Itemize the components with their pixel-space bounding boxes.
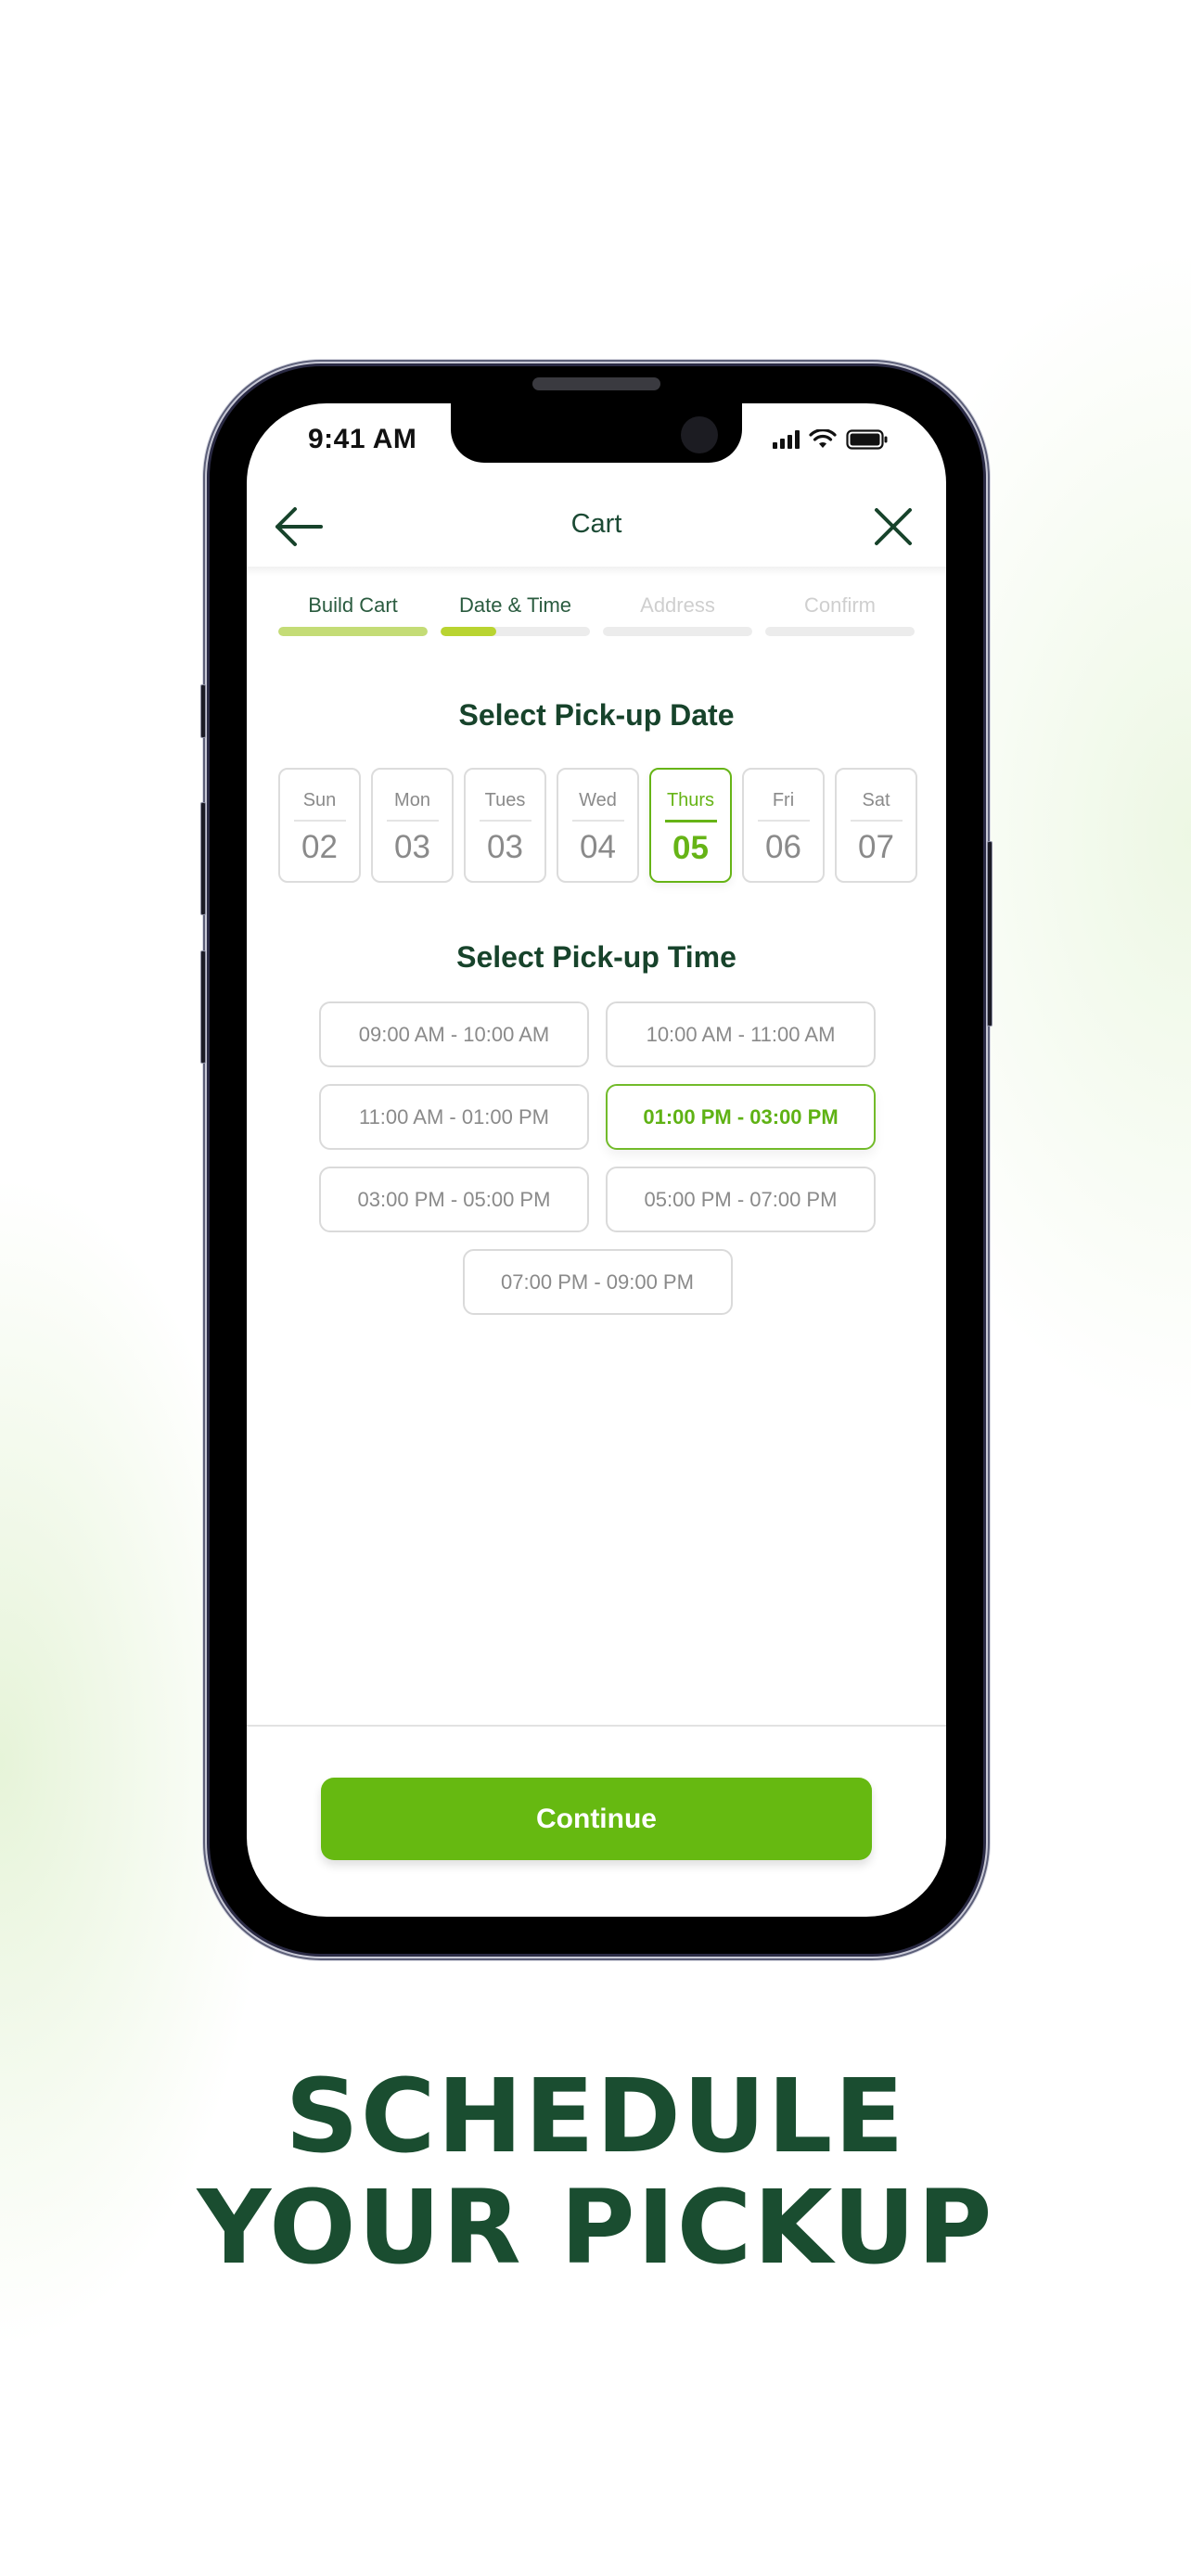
step-progress-bar (603, 627, 752, 636)
headline-line-2: YOUR PICKUP (197, 2168, 994, 2287)
step-label: Build Cart (308, 593, 398, 617)
power-button (987, 841, 992, 1027)
date-divider (386, 820, 439, 822)
front-camera (681, 416, 718, 453)
time-slot-row: 07:00 PM - 09:00 PM (319, 1249, 876, 1315)
promo-headline: SCHEDULE YOUR PICKUP (0, 2060, 1191, 2283)
date-option[interactable]: Wed 04 (557, 768, 639, 883)
date-option[interactable]: Mon 03 (371, 768, 454, 883)
wifi-icon (809, 429, 837, 448)
close-x-icon (875, 508, 912, 545)
date-option[interactable]: Sat 07 (835, 768, 917, 883)
date-divider (757, 820, 810, 822)
continue-button[interactable]: Continue (321, 1778, 872, 1860)
time-slot[interactable]: 09:00 AM - 10:00 AM (319, 1001, 589, 1067)
step-build-cart[interactable]: Build Cart (278, 593, 428, 636)
header-title: Cart (570, 509, 622, 539)
step-progress-fill (441, 627, 496, 636)
date-day-label: Sat (862, 790, 890, 810)
date-option[interactable]: Sun 02 (278, 768, 361, 883)
date-day-label: Wed (579, 790, 617, 810)
time-slot[interactable]: 11:00 AM - 01:00 PM (319, 1084, 589, 1150)
phone-mockup: 9:41 AM Cart Build Cart Date & Time Addr… (200, 366, 992, 1954)
step-confirm[interactable]: Confirm (765, 593, 915, 636)
step-progress-bar (441, 627, 590, 636)
step-progress-fill (278, 627, 428, 636)
step-address[interactable]: Address (603, 593, 752, 636)
date-day-label: Tues (484, 790, 526, 810)
volume-down-button (200, 950, 206, 1064)
volume-up-button (200, 802, 206, 915)
cellular-signal-icon (773, 430, 800, 449)
notch (451, 403, 742, 463)
date-number: 03 (487, 829, 523, 865)
close-button[interactable] (872, 505, 915, 548)
date-picker: Sun 02 Mon 03 Tues 03 Wed 04 Thurs 05 Fr… (278, 768, 917, 883)
date-day-label: Sun (302, 790, 337, 810)
time-slot-row: 03:00 PM - 05:00 PM 05:00 PM - 07:00 PM (319, 1167, 876, 1232)
time-slot-row: 09:00 AM - 10:00 AM 10:00 AM - 11:00 AM (319, 1001, 876, 1067)
silent-switch (200, 684, 206, 738)
battery-icon (846, 429, 888, 450)
date-divider (479, 820, 531, 822)
date-divider (664, 820, 717, 823)
time-slot-grid: 09:00 AM - 10:00 AM 10:00 AM - 11:00 AM … (319, 1001, 876, 1332)
date-number: 07 (858, 829, 894, 865)
step-date-time[interactable]: Date & Time (441, 593, 590, 636)
time-slot[interactable]: 05:00 PM - 07:00 PM (606, 1167, 876, 1232)
step-progress-bar (765, 627, 915, 636)
date-option[interactable]: Fri 06 (742, 768, 825, 883)
date-number: 02 (301, 829, 338, 865)
time-slot[interactable]: 03:00 PM - 05:00 PM (319, 1167, 589, 1232)
step-label: Address (640, 593, 715, 617)
checkout-stepper: Build Cart Date & Time Address Confirm (278, 593, 915, 636)
date-number: 03 (394, 829, 430, 865)
date-day-label: Mon (394, 790, 430, 810)
step-label: Confirm (803, 593, 876, 617)
time-slot[interactable]: 01:00 PM - 03:00 PM (606, 1084, 876, 1150)
phone-screen: 9:41 AM Cart Build Cart Date & Time Addr… (247, 403, 946, 1917)
headline-line-1: SCHEDULE (285, 2057, 906, 2175)
date-number: 04 (580, 829, 616, 865)
date-day-label: Fri (772, 790, 795, 810)
time-slot-row: 11:00 AM - 01:00 PM 01:00 PM - 03:00 PM (319, 1084, 876, 1150)
date-number: 06 (765, 829, 801, 865)
time-slot[interactable]: 10:00 AM - 11:00 AM (606, 1001, 876, 1067)
date-divider (571, 820, 624, 822)
date-section-title: Select Pick-up Date (458, 698, 735, 732)
footer-divider (247, 1725, 946, 1727)
earpiece-speaker (532, 377, 660, 390)
status-icons (773, 429, 889, 450)
date-day-label: Thurs (666, 790, 715, 810)
time-slot[interactable]: 07:00 PM - 09:00 PM (462, 1249, 733, 1315)
step-progress-bar (278, 627, 428, 636)
date-divider (293, 820, 346, 822)
time-section-title: Select Pick-up Time (456, 940, 736, 974)
date-option[interactable]: Tues 03 (464, 768, 546, 883)
date-number: 05 (672, 830, 709, 866)
status-time: 9:41 AM (308, 424, 417, 454)
step-label: Date & Time (458, 593, 572, 617)
date-option[interactable]: Thurs 05 (649, 768, 732, 883)
date-divider (850, 820, 903, 822)
app-header: Cart (247, 485, 946, 576)
